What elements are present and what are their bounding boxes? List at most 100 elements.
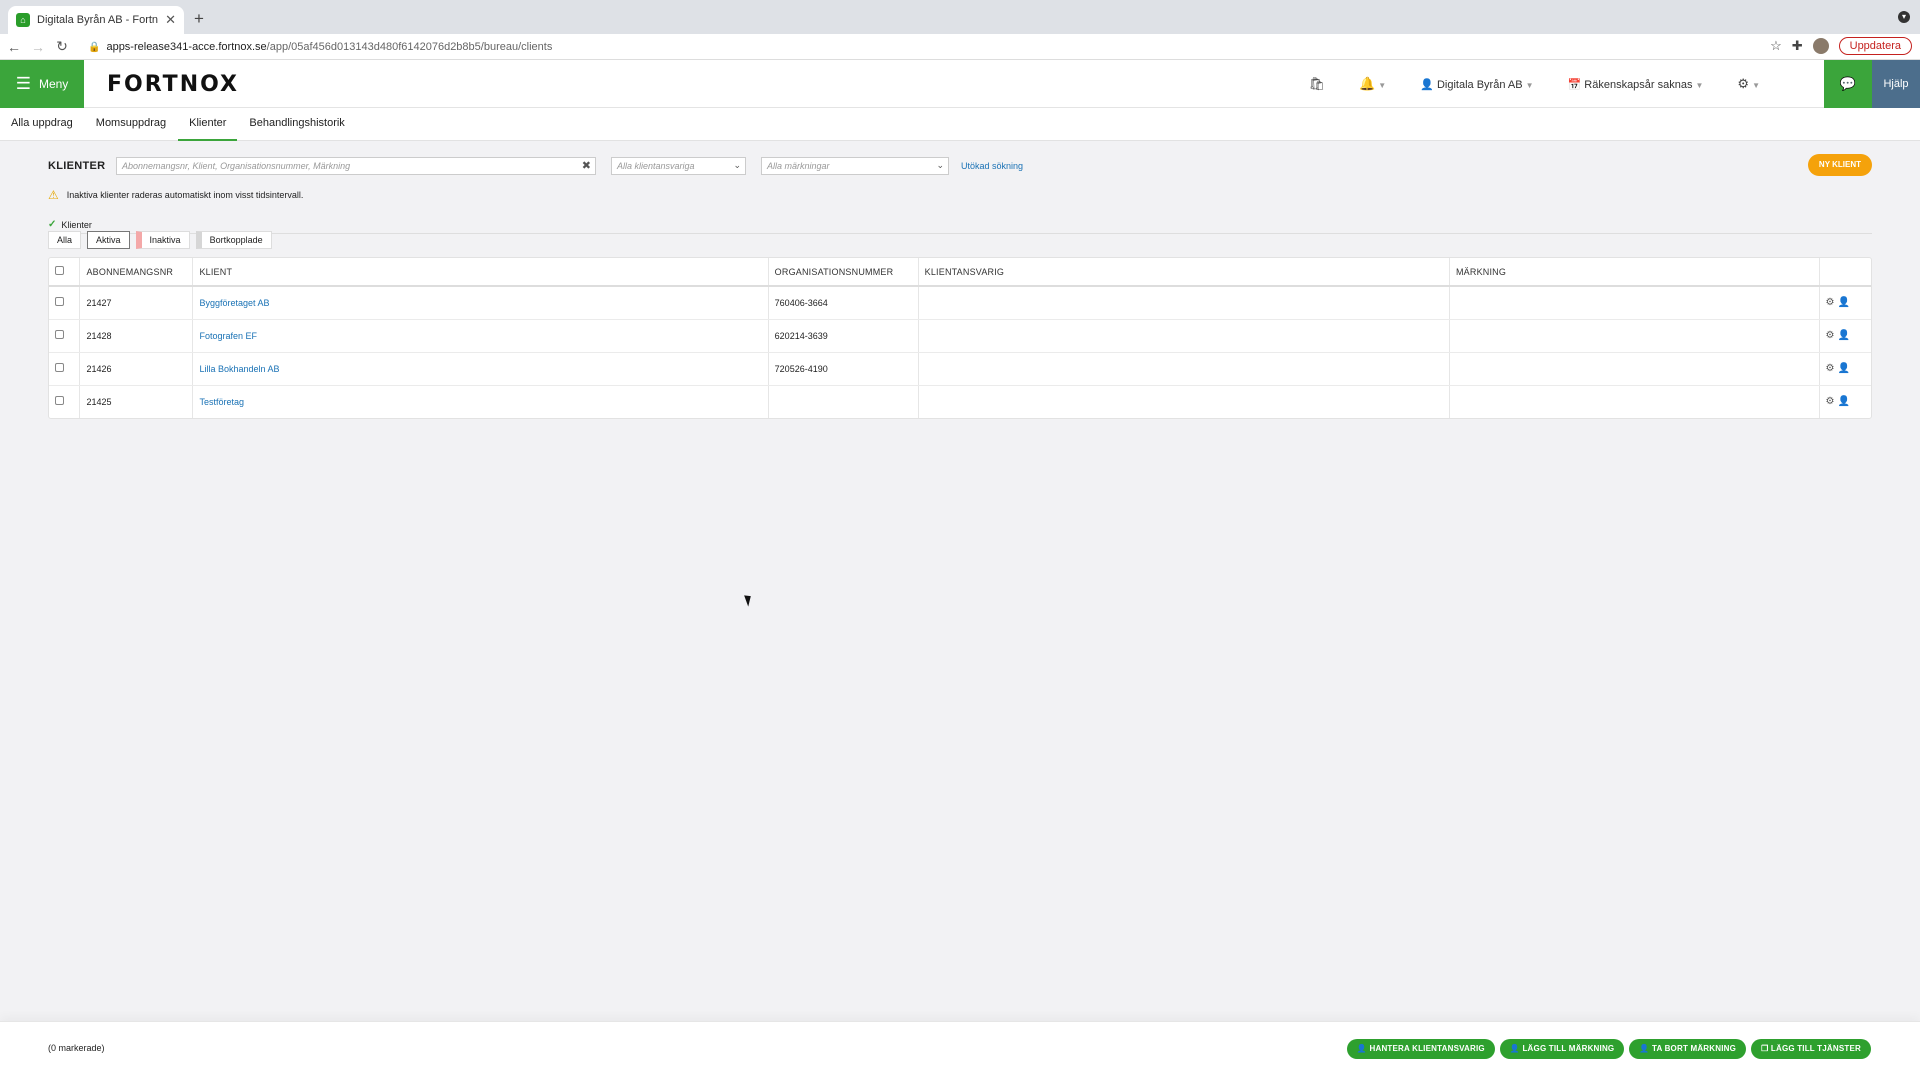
tab-search-icon[interactable]: ▾ bbox=[1898, 11, 1910, 23]
row-checkbox[interactable] bbox=[55, 330, 64, 339]
chevron-down-icon: ▼ bbox=[1752, 81, 1760, 90]
user-icon[interactable]: 👤 bbox=[1837, 396, 1852, 407]
status-filters: Alla Aktiva Inaktiva Bortkopplade bbox=[48, 231, 272, 249]
tab-title: Digitala Byrån AB - Fortnox bbox=[37, 14, 159, 26]
bookmark-star-icon[interactable]: ☆ bbox=[1770, 38, 1782, 54]
cell-orgnr: 760406-3664 bbox=[768, 286, 919, 320]
filter-bar: KLIENTER Abonnemangsnr, Klient, Organisa… bbox=[48, 153, 1872, 179]
action-label: TA BORT MÄRKNING bbox=[1651, 1044, 1737, 1053]
cell-klientansvarig bbox=[918, 319, 1450, 353]
table-row[interactable]: 21426 Lilla Bokhandeln AB 720526-4190 ⚙👤 bbox=[49, 352, 1871, 386]
new-client-button[interactable]: NY KLIENT bbox=[1807, 154, 1872, 176]
menu-label: Meny bbox=[38, 77, 69, 91]
cell-orgnr: 720526-4190 bbox=[768, 352, 919, 386]
column-header-markning[interactable]: MÄRKNING bbox=[1449, 258, 1820, 287]
reload-icon[interactable]: ↻ bbox=[52, 38, 72, 55]
column-header-abonnemangsnr[interactable]: ABONNEMANGSNR bbox=[79, 258, 194, 287]
row-checkbox[interactable] bbox=[55, 363, 64, 372]
remove-marking-button[interactable]: 👤 TA BORT MÄRKNING bbox=[1629, 1039, 1747, 1059]
row-checkbox[interactable] bbox=[55, 297, 64, 307]
responsible-select-value: Alla klientansvariga bbox=[617, 161, 695, 171]
client-link[interactable]: Byggföretaget AB bbox=[199, 298, 269, 308]
warning-icon: ⚠ bbox=[48, 188, 59, 202]
client-link[interactable]: Fotografen EF bbox=[199, 331, 257, 341]
help-button[interactable]: Hjälp bbox=[1872, 60, 1920, 108]
tab-klienter[interactable]: Klienter bbox=[178, 108, 238, 141]
manage-responsible-button[interactable]: 👤 HANTERA KLIENTANSVARIG bbox=[1346, 1039, 1495, 1059]
update-button[interactable]: Uppdatera bbox=[1838, 37, 1912, 55]
add-marking-button[interactable]: 👤 LÄGG TILL MÄRKNING bbox=[1499, 1039, 1625, 1059]
calendar-icon: 📅 bbox=[1567, 78, 1582, 91]
tab-behandlingshistorik[interactable]: Behandlingshistorik bbox=[238, 108, 355, 141]
action-label: LÄGG TILL TJÄNSTER bbox=[1770, 1044, 1861, 1053]
action-label: HANTERA KLIENTANSVARIG bbox=[1369, 1044, 1485, 1053]
notifications-button[interactable]: 🔔 ▼ bbox=[1359, 76, 1386, 92]
close-tab-icon[interactable]: ✕ bbox=[165, 12, 176, 28]
lock-icon[interactable]: 🔒 bbox=[88, 42, 100, 53]
column-header-klient[interactable]: KLIENT bbox=[192, 258, 769, 287]
company-selector[interactable]: 👤 Digitala Byrån AB ▼ bbox=[1420, 78, 1533, 91]
settings-button[interactable]: ⚙ ▼ bbox=[1737, 76, 1760, 92]
advanced-search-link[interactable]: Utökad sökning bbox=[961, 161, 1023, 171]
url-path: /app/05af456d013143d480f6142076d2b8b5/bu… bbox=[266, 41, 553, 53]
tab-alla-uppdrag[interactable]: Alla uppdrag bbox=[11, 108, 84, 141]
cell-orgnr bbox=[768, 385, 919, 418]
clients-section-header[interactable]: ✓ Klienter bbox=[48, 216, 1872, 234]
cell-abonnemangsnr: 21427 bbox=[79, 286, 194, 320]
gear-icon[interactable]: ⚙ bbox=[1826, 297, 1838, 308]
browser-tab[interactable]: ⌂ Digitala Byrån AB - Fortnox ✕ bbox=[8, 6, 184, 34]
chat-button[interactable]: 💬 bbox=[1824, 60, 1872, 108]
filter-inactive[interactable]: Inaktiva bbox=[135, 231, 190, 249]
filter-disconnected[interactable]: Bortkopplade bbox=[195, 231, 272, 249]
fiscal-year-selector[interactable]: 📅 Räkenskapsår saknas ▼ bbox=[1568, 78, 1704, 91]
tab-momsuppdrag[interactable]: Momsuppdrag bbox=[85, 108, 177, 141]
gear-icon[interactable]: ⚙ bbox=[1826, 330, 1838, 341]
hamburger-icon: ☰ bbox=[15, 74, 31, 93]
browser-toolbar: ← → ↻ 🔒 apps-release341-acce.fortnox.se/… bbox=[0, 34, 1920, 60]
table-row[interactable]: 21427 Byggföretaget AB 760406-3664 ⚙👤 bbox=[49, 286, 1871, 320]
menu-button[interactable]: ☰ Meny bbox=[0, 60, 84, 108]
user-icon: 👤 bbox=[1356, 1044, 1368, 1053]
gear-icon[interactable]: ⚙ bbox=[1826, 363, 1838, 374]
extensions-icon[interactable]: ✚ bbox=[1792, 38, 1803, 54]
row-checkbox[interactable] bbox=[55, 396, 64, 406]
action-label: LÄGG TILL MÄRKNING bbox=[1522, 1044, 1615, 1053]
filter-active[interactable]: Aktiva bbox=[87, 231, 130, 249]
add-services-button[interactable]: ❐ LÄGG TILL TJÄNSTER bbox=[1751, 1039, 1871, 1059]
clear-search-icon[interactable]: ✖ bbox=[582, 159, 591, 172]
user-icon[interactable]: 👤 bbox=[1837, 297, 1852, 308]
filter-all[interactable]: Alla bbox=[48, 231, 82, 249]
forward-icon[interactable]: → bbox=[28, 39, 48, 55]
profile-avatar[interactable] bbox=[1812, 38, 1829, 54]
select-all-checkbox[interactable] bbox=[55, 266, 64, 275]
client-link[interactable]: Testföretag bbox=[199, 397, 244, 407]
cell-markning bbox=[1449, 319, 1820, 353]
back-icon[interactable]: ← bbox=[4, 39, 24, 55]
search-input[interactable]: Abonnemangsnr, Klient, Organisationsnumm… bbox=[116, 157, 596, 175]
gear-icon[interactable]: ⚙ bbox=[1826, 396, 1838, 407]
gear-icon: ⚙ bbox=[1737, 76, 1750, 91]
fiscal-year-label: Räkenskapsår saknas bbox=[1584, 78, 1693, 91]
marking-select[interactable]: Alla märkningar ⌄ bbox=[761, 157, 949, 175]
cell-abonnemangsnr: 21425 bbox=[79, 385, 194, 418]
table-row[interactable]: 21425 Testföretag ⚙👤 bbox=[49, 385, 1871, 418]
address-bar[interactable]: 🔒 apps-release341-acce.fortnox.se/app/05… bbox=[88, 38, 1788, 56]
user-icon[interactable]: 👤 bbox=[1837, 363, 1852, 374]
user-icon[interactable]: 👤 bbox=[1837, 330, 1852, 341]
fortnox-favicon-icon: ⌂ bbox=[16, 13, 30, 27]
column-header-organisationsnummer[interactable]: ORGANISATIONSNUMMER bbox=[768, 258, 919, 287]
chevron-down-icon: ▼ bbox=[1378, 81, 1387, 90]
table-row[interactable]: 21428 Fotografen EF 620214-3639 ⚙👤 bbox=[49, 319, 1871, 353]
client-link[interactable]: Lilla Bokhandeln AB bbox=[199, 364, 279, 374]
inactive-notice: ⚠ Inaktiva klienter raderas automatiskt … bbox=[48, 188, 303, 202]
shopping-bag-icon[interactable]: 🛍 bbox=[1309, 76, 1326, 92]
company-label: Digitala Byrån AB bbox=[1436, 78, 1523, 91]
marking-select-value: Alla märkningar bbox=[767, 161, 830, 171]
responsible-select[interactable]: Alla klientansvariga ⌄ bbox=[611, 157, 746, 175]
fortnox-logo[interactable]: FORTNOX bbox=[107, 72, 239, 97]
copy-icon: ❐ bbox=[1761, 1044, 1769, 1053]
chat-icon: 💬 bbox=[1839, 76, 1857, 91]
column-header-klientansvarig[interactable]: KLIENTANSVARIG bbox=[918, 258, 1450, 287]
new-tab-icon[interactable]: + bbox=[194, 9, 204, 29]
cell-abonnemangsnr: 21426 bbox=[79, 352, 194, 386]
